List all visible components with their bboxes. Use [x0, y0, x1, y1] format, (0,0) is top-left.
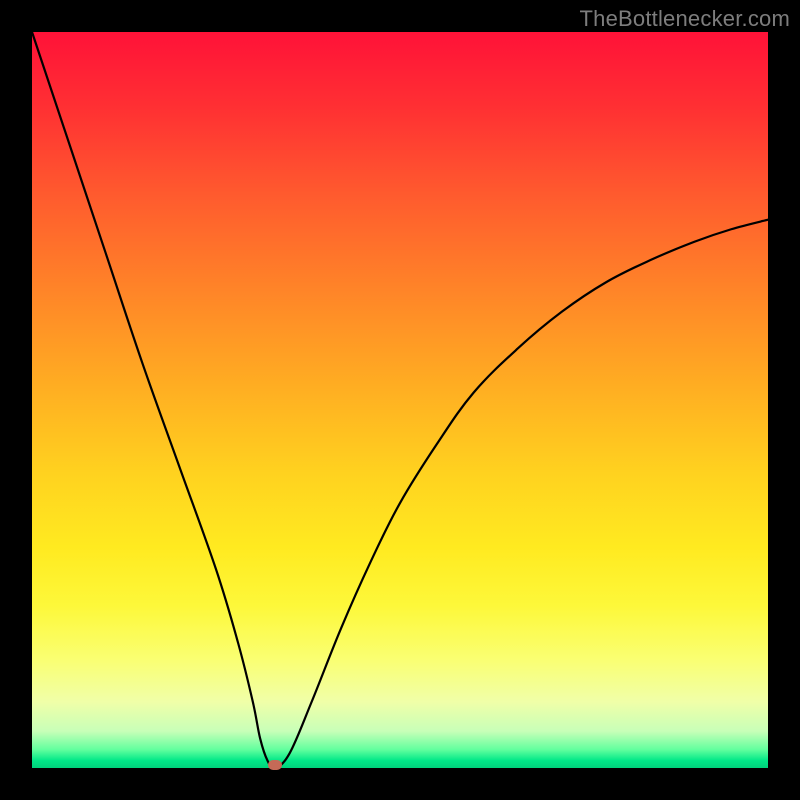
bottleneck-curve — [32, 32, 768, 768]
chart-frame: TheBottlenecker.com — [0, 0, 800, 800]
minimum-marker — [268, 760, 282, 770]
watermark-text: TheBottlenecker.com — [580, 6, 790, 32]
